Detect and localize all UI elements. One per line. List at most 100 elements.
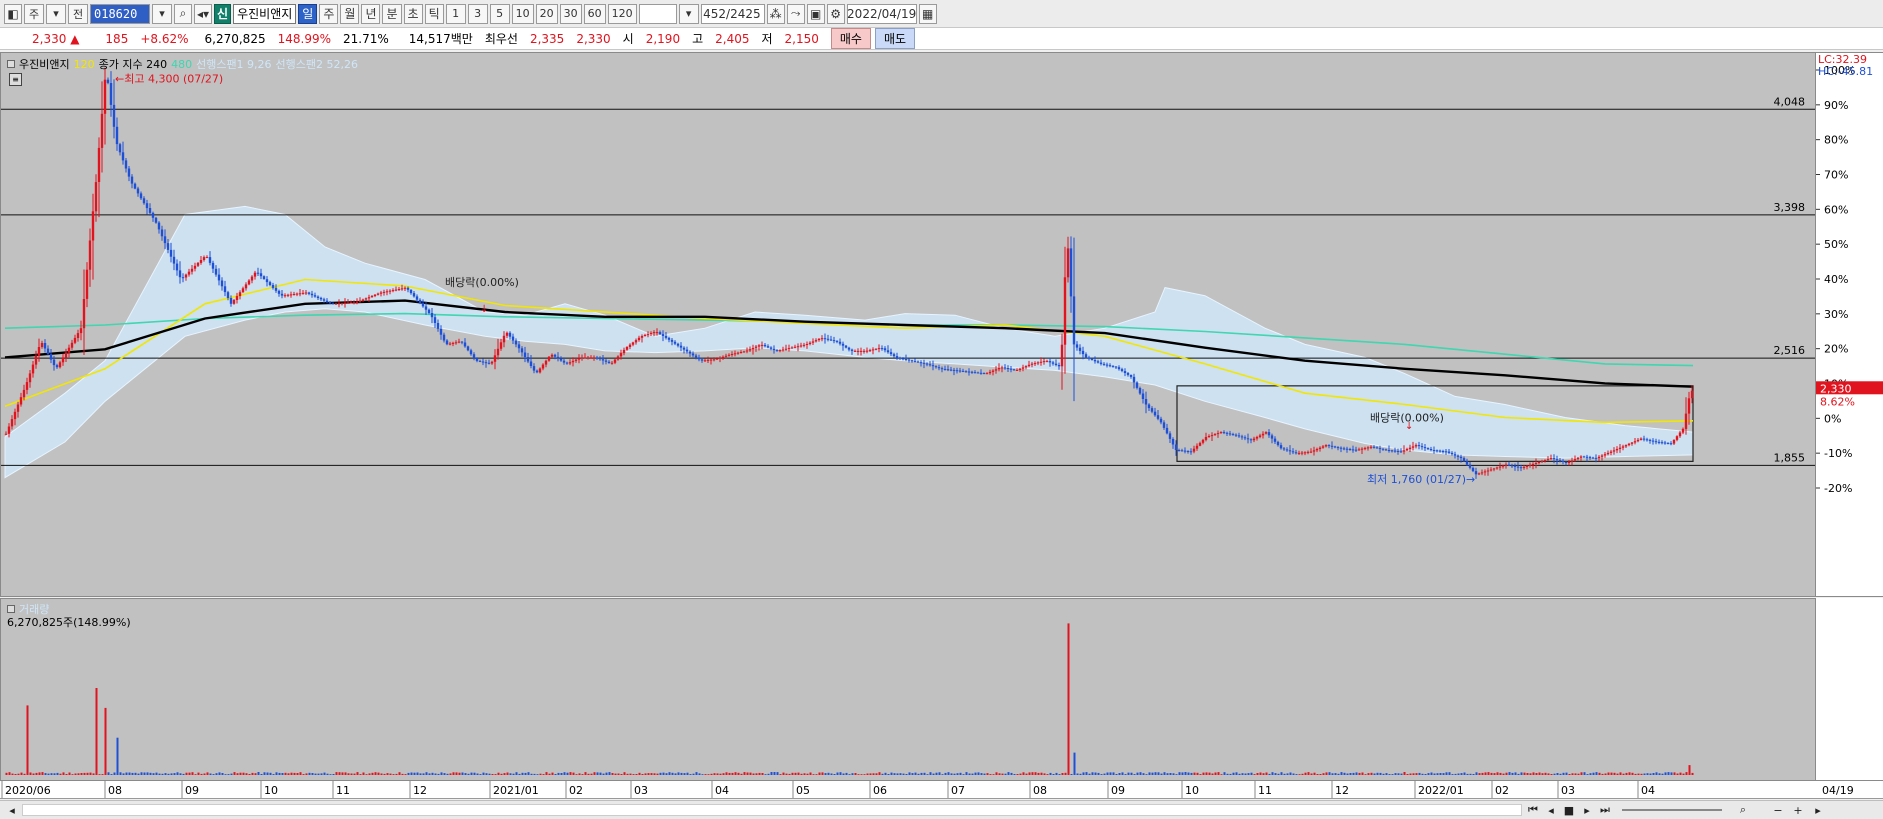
interval-custom-input[interactable] bbox=[638, 3, 677, 24]
scroll-track[interactable] bbox=[22, 804, 1522, 816]
candle-body bbox=[385, 291, 389, 293]
candle-body bbox=[85, 269, 89, 299]
interval-30-button[interactable]: 30 bbox=[559, 3, 582, 24]
market-dropdown-icon[interactable]: ▾ bbox=[46, 3, 66, 24]
legend-toggle-icon[interactable] bbox=[7, 60, 15, 68]
volume-bar bbox=[863, 774, 866, 775]
candle-body bbox=[847, 347, 851, 350]
volume-chart-panel[interactable]: 거래량 6,270,825주(148.99%) bbox=[0, 598, 1816, 781]
candle-body bbox=[1204, 437, 1208, 440]
type-select[interactable]: 전 bbox=[68, 3, 88, 24]
volume-bar bbox=[1004, 773, 1007, 775]
volume-bar bbox=[1001, 773, 1004, 775]
scroll-first-icon[interactable]: ⏮ bbox=[1525, 802, 1541, 818]
interval-20-button[interactable]: 20 bbox=[535, 3, 558, 24]
period-second-tab[interactable]: 초 bbox=[403, 3, 423, 24]
candle-body bbox=[1252, 438, 1256, 441]
candle-body bbox=[613, 359, 617, 363]
zoom-out-icon[interactable]: ⌕ bbox=[1735, 802, 1751, 818]
zoom-minus-icon[interactable]: − bbox=[1770, 802, 1786, 818]
candle-body bbox=[1537, 462, 1541, 463]
stock-name: 우진비앤지 bbox=[233, 3, 297, 24]
interval-dropdown-icon[interactable]: ▾ bbox=[678, 3, 699, 24]
date-tick-label: 08 bbox=[108, 784, 122, 797]
buy-button[interactable]: 매수 bbox=[830, 28, 871, 49]
scroll-left-icon[interactable]: ◂ bbox=[4, 802, 20, 818]
trend-icon[interactable]: ⤳ bbox=[786, 3, 805, 24]
scroll-next-icon[interactable]: ▸ bbox=[1579, 802, 1595, 818]
volume-bar bbox=[1325, 772, 1328, 775]
price-chart-svg[interactable]: 4,048 3,398 2,516 1,855 ←최고 4,300 (07/27) 최저 … bbox=[1, 53, 1816, 597]
price-chart-panel[interactable]: 4,048 3,398 2,516 1,855 ←최고 4,300 (07/27) 최저 … bbox=[0, 52, 1816, 597]
date-tick-label: 11 bbox=[1258, 784, 1272, 797]
volume-legend-icon[interactable] bbox=[7, 605, 15, 613]
volume-bar bbox=[1166, 773, 1169, 775]
zoom-slider[interactable] bbox=[1622, 809, 1722, 811]
market-select[interactable]: 주 bbox=[24, 3, 44, 24]
sell-button[interactable]: 매도 bbox=[874, 28, 916, 49]
volume-bar bbox=[728, 772, 731, 775]
stock-code-input[interactable]: 018620 bbox=[90, 3, 150, 24]
candle-body bbox=[205, 257, 209, 259]
interval-120-button[interactable]: 120 bbox=[607, 3, 637, 24]
bar-count-field[interactable]: 452/2425 bbox=[700, 3, 765, 24]
interval-5-button[interactable]: 5 bbox=[489, 3, 510, 24]
period-month-tab[interactable]: 월 bbox=[340, 3, 360, 24]
interval-3-button[interactable]: 3 bbox=[467, 3, 488, 24]
volume-bar bbox=[1364, 774, 1367, 775]
next-page-icon[interactable]: ▸ bbox=[1810, 802, 1826, 818]
candle-body bbox=[589, 357, 593, 359]
candle-body bbox=[1060, 344, 1064, 367]
candle-body bbox=[397, 289, 401, 290]
zoom-plus-icon[interactable]: + bbox=[1790, 802, 1806, 818]
volume-bar bbox=[893, 773, 896, 775]
scroll-prev-icon[interactable]: ◂ bbox=[1543, 802, 1559, 818]
candle-body bbox=[1465, 461, 1469, 465]
panel-menu-icon[interactable]: ≡ bbox=[9, 73, 22, 86]
prev-stock-icon[interactable]: ◂▾ bbox=[194, 3, 213, 24]
volume-bar bbox=[896, 773, 899, 775]
candle-body bbox=[592, 357, 596, 359]
save-icon[interactable]: ▣ bbox=[806, 3, 825, 24]
candle-body bbox=[796, 346, 800, 348]
calendar-icon[interactable]: ▦ bbox=[918, 3, 937, 24]
candle-body bbox=[952, 369, 956, 371]
candle-body bbox=[937, 367, 941, 369]
volume-bar bbox=[380, 773, 383, 775]
layout-icon[interactable]: ◧ bbox=[4, 3, 22, 24]
period-tick-tab[interactable]: 틱 bbox=[424, 3, 444, 24]
volume-bar bbox=[1454, 773, 1457, 775]
interval-10-button[interactable]: 10 bbox=[511, 3, 534, 24]
period-day-tab[interactable]: 일 bbox=[298, 3, 318, 24]
period-minute-tab[interactable]: 분 bbox=[382, 3, 402, 24]
axis-tick-label: 90% bbox=[1824, 99, 1848, 112]
candle-body bbox=[514, 340, 518, 345]
period-year-tab[interactable]: 년 bbox=[361, 3, 381, 24]
candle-body bbox=[1054, 363, 1058, 365]
volume-bar bbox=[341, 772, 344, 775]
priority-label: 최우선 bbox=[484, 32, 518, 46]
volume-bar bbox=[1172, 773, 1175, 775]
volume-bar bbox=[947, 772, 950, 775]
volume-chart-svg[interactable] bbox=[1, 599, 1816, 781]
candle-body bbox=[1459, 456, 1463, 459]
code-dropdown-icon[interactable]: ▾ bbox=[152, 3, 172, 24]
interval-1-button[interactable]: 1 bbox=[445, 3, 466, 24]
volume-bar bbox=[1175, 774, 1178, 775]
scroll-stop-icon[interactable]: ■ bbox=[1561, 802, 1577, 818]
chart-scrollbar[interactable]: ◂ ⏮ ◂ ■ ▸ ⏭ ⌕ − + ▸ bbox=[0, 800, 1883, 819]
candle-body bbox=[1144, 399, 1148, 405]
scroll-last-icon[interactable]: ⏭ bbox=[1597, 802, 1613, 818]
search-icon[interactable]: ⌕ bbox=[174, 3, 192, 24]
interval-60-button[interactable]: 60 bbox=[583, 3, 606, 24]
volume-bar bbox=[1307, 772, 1310, 775]
gear-icon[interactable]: ⚙ bbox=[826, 3, 845, 24]
indicator-icon[interactable]: ⁂ bbox=[766, 3, 785, 24]
candle-body bbox=[283, 295, 287, 297]
date-input[interactable]: 2022/04/19 bbox=[846, 3, 917, 24]
candle-body bbox=[631, 342, 635, 345]
volume-bar bbox=[221, 773, 224, 775]
period-week-tab[interactable]: 주 bbox=[319, 3, 339, 24]
volume-bar bbox=[1637, 773, 1640, 775]
volume-bar bbox=[1541, 773, 1544, 775]
